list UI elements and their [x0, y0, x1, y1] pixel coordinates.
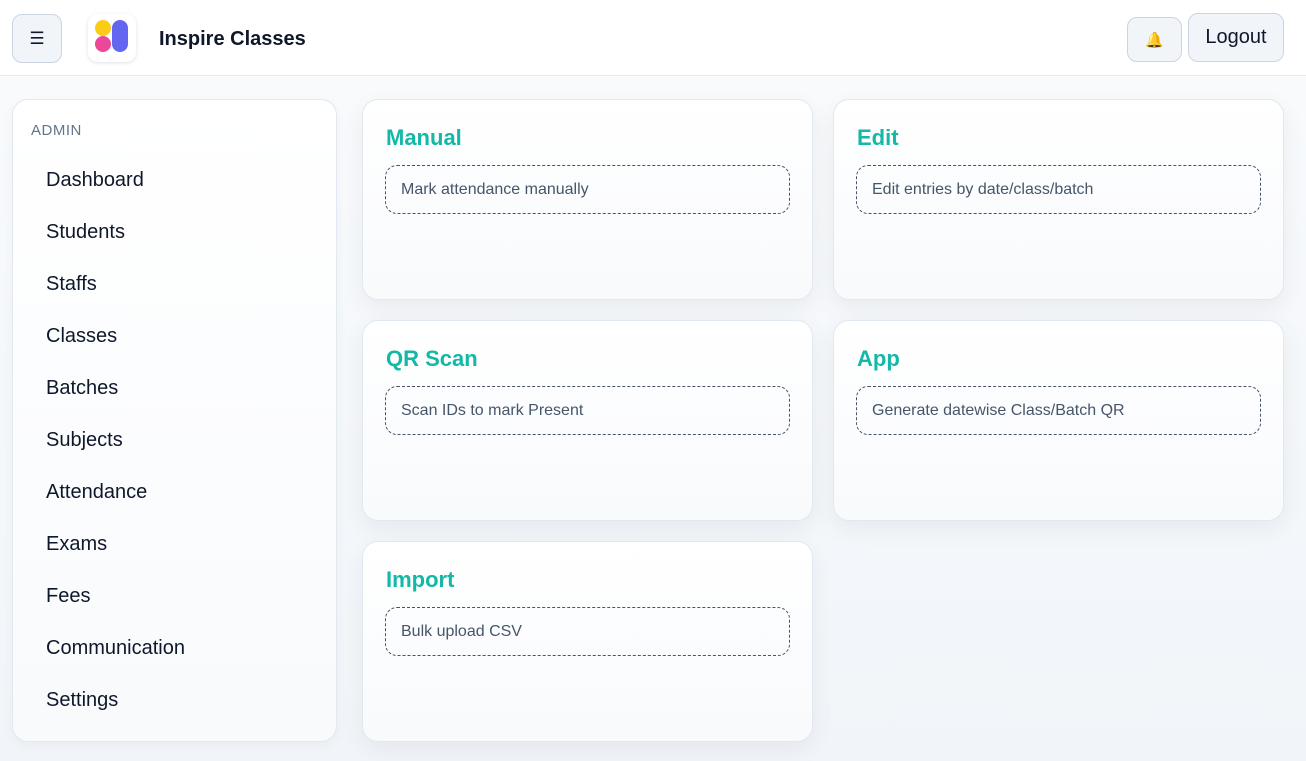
card-title: App: [857, 346, 900, 371]
card-description: Edit entries by date/class/batch: [856, 165, 1261, 214]
app-logo: [88, 14, 136, 62]
card-description: Scan IDs to mark Present: [385, 386, 790, 435]
sidebar-item-subjects[interactable]: Subjects: [13, 414, 336, 466]
logo-icon: [95, 20, 128, 52]
logout-button[interactable]: Logout: [1188, 13, 1284, 62]
card-manual[interactable]: Manual Mark attendance manually: [362, 99, 813, 300]
card-description: Bulk upload CSV: [385, 607, 790, 656]
sidebar-item-exams[interactable]: Exams: [13, 518, 336, 570]
menu-button[interactable]: ☰: [12, 14, 62, 63]
sidebar-item-dashboard[interactable]: Dashboard: [13, 154, 336, 206]
card-description: Mark attendance manually: [385, 165, 790, 214]
notifications-button[interactable]: 🔔: [1127, 17, 1182, 62]
app-title: Inspire Classes: [159, 28, 306, 50]
sidebar-heading: ADMIN: [31, 122, 82, 139]
card-qr-scan[interactable]: QR Scan Scan IDs to mark Present: [362, 320, 813, 521]
card-description: Generate datewise Class/Batch QR: [856, 386, 1261, 435]
top-header: ☰ Inspire Classes 🔔 Logout: [0, 0, 1306, 76]
card-import[interactable]: Import Bulk upload CSV: [362, 541, 813, 742]
bell-icon: 🔔: [1145, 31, 1164, 49]
sidebar-nav: Dashboard Students Staffs Classes Batche…: [13, 154, 336, 726]
sidebar-item-attendance[interactable]: Attendance: [13, 466, 336, 518]
sidebar-item-settings[interactable]: Settings: [13, 674, 336, 726]
hamburger-icon: ☰: [29, 28, 45, 48]
sidebar-item-students[interactable]: Students: [13, 206, 336, 258]
sidebar-item-batches[interactable]: Batches: [13, 362, 336, 414]
sidebar-item-classes[interactable]: Classes: [13, 310, 336, 362]
sidebar-item-fees[interactable]: Fees: [13, 570, 336, 622]
card-title: Manual: [386, 125, 462, 150]
sidebar-item-staffs[interactable]: Staffs: [13, 258, 336, 310]
card-app[interactable]: App Generate datewise Class/Batch QR: [833, 320, 1284, 521]
card-title: Edit: [857, 125, 899, 150]
sidebar-item-communication[interactable]: Communication: [13, 622, 336, 674]
card-title: Import: [386, 567, 455, 592]
sidebar: ADMIN Dashboard Students Staffs Classes …: [12, 99, 337, 742]
card-edit[interactable]: Edit Edit entries by date/class/batch: [833, 99, 1284, 300]
card-title: QR Scan: [386, 346, 478, 371]
